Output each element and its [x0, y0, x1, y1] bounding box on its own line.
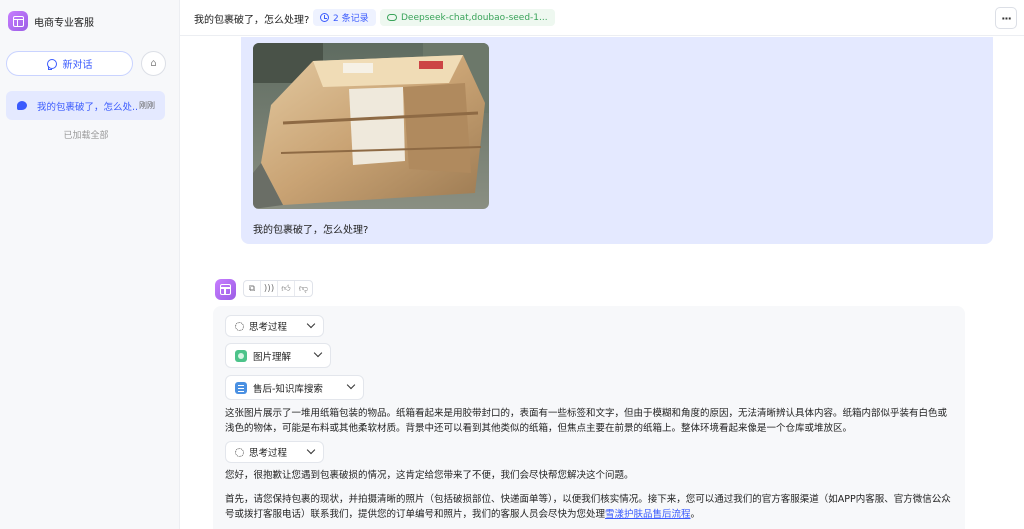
conversation-time: 刚刚 [139, 101, 155, 110]
chat-area: 我的包裹破了，怎么处理? ⧉ ))) 👍︎ 👎︎ 思考过程 图片理解 售后-知识… [180, 37, 1024, 529]
copy-button[interactable]: ⧉ [244, 281, 261, 296]
chat-title: 我的包裹破了，怎么处理? [194, 15, 310, 26]
user-message-text: 我的包裹破了，怎么处理? [253, 225, 369, 236]
gear-icon [235, 321, 244, 331]
chevron-down-icon [306, 445, 316, 455]
image-understanding-toggle[interactable]: 图片理解 [225, 343, 331, 368]
image-description: 这张图片展示了一堆用纸箱包装的物品。纸箱看起来是用胶带封口的，表面有一些标签和文… [225, 408, 948, 434]
thinking-label: 思考过程 [249, 322, 288, 333]
models-chip[interactable]: Deepseek-chat,doubao-seed-1... [380, 9, 555, 26]
sidebar: 电商专业客服 新对话 ⌂ 我的包裹破了，怎么处... 刚刚 已加载全部 [0, 0, 180, 529]
like-button[interactable]: 👍︎ [278, 281, 295, 296]
chat-header: 我的包裹破了，怎么处理? 2 条记录 Deepseek-chat,doubao-… [180, 0, 1024, 36]
reply-2-suffix: 。 [690, 509, 701, 520]
reply-2-text: 首先，请您保持包裹的现状，并拍摄清晰的照片（包括破损部位、快递面单等），以便我们… [225, 494, 951, 520]
new-chat-button[interactable]: 新对话 [6, 51, 133, 76]
chevron-down-icon [313, 348, 323, 358]
message-actions: ⧉ ))) 👍︎ 👎︎ [243, 280, 313, 297]
reply-paragraph-1: 您好，很抱歉让您遇到包裹破损的情况，这肯定给您带来了不便，我们会尽快帮您解决这个… [225, 470, 634, 481]
more-button[interactable]: ··· [995, 7, 1017, 29]
kb-search-label: 售后-知识库搜索 [253, 383, 323, 395]
dislike-button[interactable]: 👎︎ [295, 281, 312, 296]
chevron-down-icon [346, 380, 356, 390]
conversation-item[interactable]: 我的包裹破了，怎么处... 刚刚 [6, 91, 165, 120]
conversation-title: 我的包裹破了，怎么处... [37, 101, 137, 113]
chevron-down-icon [306, 319, 316, 329]
thumbs-up-icon: 👍︎ [281, 283, 291, 294]
records-label: 2 条记录 [333, 14, 369, 24]
user-message: 我的包裹破了，怎么处理? [241, 37, 993, 244]
conversation-icon [17, 101, 27, 110]
broom-icon: ⌂ [150, 58, 157, 69]
chat-bubble-icon [46, 58, 57, 70]
copy-icon: ⧉ [248, 283, 256, 294]
thumbs-down-icon: 👎︎ [298, 283, 309, 294]
kb-search-toggle[interactable]: 售后-知识库搜索 [225, 375, 364, 400]
app-logo-icon [8, 11, 28, 31]
clock-icon [320, 13, 329, 22]
knowledge-base-icon [235, 381, 247, 394]
clear-history-button[interactable]: ⌂ [141, 51, 166, 76]
assistant-avatar [215, 279, 236, 300]
thinking-process-toggle-2[interactable]: 思考过程 [225, 441, 324, 463]
loaded-all-text: 已加载全部 [63, 131, 109, 141]
speaker-icon: ))) [263, 283, 275, 294]
models-label: Deepseek-chat,doubao-seed-1... [401, 12, 548, 23]
more-icon: ··· [1001, 11, 1012, 25]
records-chip[interactable]: 2 条记录 [313, 9, 376, 26]
uploaded-photo[interactable] [253, 43, 489, 209]
thinking-process-toggle[interactable]: 思考过程 [225, 315, 324, 337]
image-understanding-label: 图片理解 [253, 351, 292, 363]
app-title: 电商专业客服 [34, 17, 94, 29]
image-icon [235, 349, 247, 362]
assistant-message: 思考过程 图片理解 售后-知识库搜索 这张图片展示了一堆用纸箱包装的物品。纸箱看… [213, 306, 965, 529]
app-header: 电商专业客服 [8, 11, 94, 31]
reply-paragraph-2: 首先，请您保持包裹的现状，并拍摄清晰的照片（包括破损部位、快递面单等），以便我们… [225, 492, 953, 522]
cloud-icon [387, 14, 397, 21]
gear-icon [235, 447, 244, 457]
thinking-label-2: 思考过程 [249, 448, 288, 459]
read-aloud-button[interactable]: ))) [261, 281, 278, 296]
after-sales-link[interactable]: 雪漾护肤品售后流程 [605, 509, 691, 520]
new-chat-label: 新对话 [62, 60, 93, 71]
